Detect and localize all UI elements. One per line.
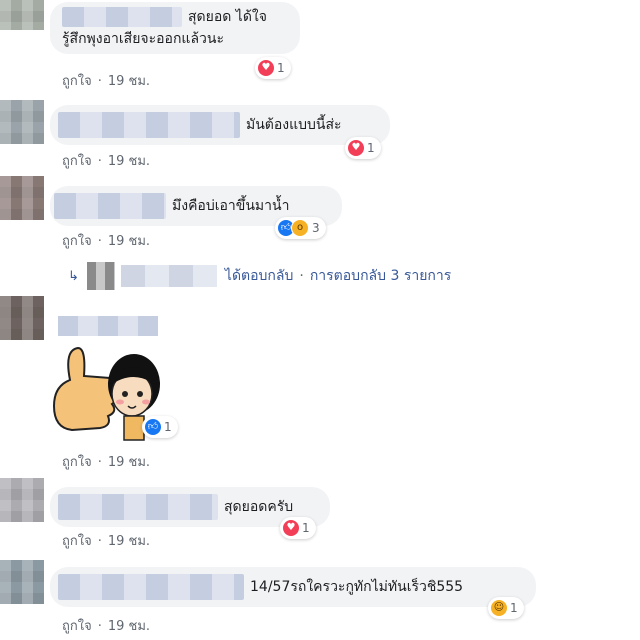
reply-count: การตอบกลับ 3 รายการ xyxy=(309,268,452,284)
reaction-summary[interactable]: ♥ 1 xyxy=(345,137,381,159)
reply-separator: · xyxy=(299,268,304,284)
comment-text: มันต้องแบบนี้ส่ะ xyxy=(246,117,342,133)
meta-dot: · xyxy=(97,455,102,470)
like-link[interactable]: ถูกใจ xyxy=(62,154,92,169)
reaction-summary[interactable]: ♥ 1 xyxy=(280,517,316,539)
reaction-summary[interactable]: ♥ 1 xyxy=(255,57,291,79)
comment-2: มันต้องแบบนี้ส่ะ ♥ 1 ถูกใจ · 19 ชม. xyxy=(0,95,640,175)
commenter-name-blurred[interactable] xyxy=(58,494,218,520)
haha-icon: ☺ xyxy=(491,600,507,616)
comment-6: 14/57รถใครวะกูทักไม่ทันเร็วชิ555 ☺ 1 ถูก… xyxy=(0,557,640,640)
reaction-count: 1 xyxy=(367,141,375,155)
comment-time[interactable]: 19 ชม. xyxy=(108,619,150,634)
replied-text: ได้ตอบกลับ xyxy=(224,268,294,284)
comment-time[interactable]: 19 ชม. xyxy=(108,234,150,249)
meta-dot: · xyxy=(97,154,102,169)
reaction-count: 1 xyxy=(302,521,310,535)
avatar[interactable] xyxy=(0,100,44,144)
comment-text: มึงคือบ่เอาขึ้นมาน้ำ xyxy=(172,198,290,214)
like-link[interactable]: ถูกใจ xyxy=(62,619,92,634)
heart-icon: ♥ xyxy=(258,60,274,76)
commenter-name-blurred[interactable] xyxy=(62,7,182,27)
comment-bubble: สุดยอด ได้ใจ รู้สึกพุงอาเสียจะออกแล้วนะ xyxy=(50,2,300,54)
view-replies-link[interactable]: ↳ ได้ตอบกลับ · การตอบกลับ 3 รายการ xyxy=(68,262,451,290)
meta-dot: · xyxy=(97,234,102,249)
comment-3: มึงคือบ่เอาขึ้นมาน้ำ 👍︎ o 3 ถูกใจ · 19 ชม. xyxy=(0,170,640,250)
comment-1: สุดยอด ได้ใจ รู้สึกพุงอาเสียจะออกแล้วนะ … xyxy=(0,0,640,90)
comment-meta: ถูกใจ · 19 ชม. xyxy=(62,150,150,171)
commenter-name-blurred[interactable] xyxy=(54,193,166,219)
avatar[interactable] xyxy=(0,478,44,522)
reply-avatar xyxy=(86,262,115,290)
heart-icon: ♥ xyxy=(348,140,364,156)
comment-text: สุดยอด ได้ใจ xyxy=(188,9,267,25)
meta-dot: · xyxy=(97,619,102,634)
avatar[interactable] xyxy=(0,296,44,340)
like-link[interactable]: ถูกใจ xyxy=(62,455,92,470)
reaction-count: 1 xyxy=(510,601,518,615)
comment-5: สุดยอดครับ ♥ 1 ถูกใจ · 19 ชม. xyxy=(0,475,640,555)
comment-bubble: มันต้องแบบนี้ส่ะ xyxy=(50,105,390,145)
commenter-name-blurred[interactable] xyxy=(58,112,240,138)
comment-time[interactable]: 19 ชม. xyxy=(108,74,150,89)
meta-dot: · xyxy=(97,534,102,549)
reaction-summary[interactable]: ☺ 1 xyxy=(488,597,524,619)
avatar[interactable] xyxy=(0,176,44,220)
like-link[interactable]: ถูกใจ xyxy=(62,534,92,549)
comment-meta: ถูกใจ · 19 ชม. xyxy=(62,530,150,551)
reaction-count: 1 xyxy=(277,61,285,75)
reaction-summary[interactable]: 👍︎ o 3 xyxy=(275,217,326,239)
meta-dot: · xyxy=(97,74,102,89)
like-icon: 👍︎ xyxy=(145,419,161,435)
reply-arrow-icon: ↳ xyxy=(68,268,79,284)
reaction-count: 3 xyxy=(312,221,320,235)
reaction-count: 1 xyxy=(164,420,172,434)
reaction-summary[interactable]: 👍︎ 1 xyxy=(142,416,178,438)
reply-name-blurred xyxy=(120,265,217,287)
wow-icon: o xyxy=(291,219,309,237)
avatar[interactable] xyxy=(0,560,44,604)
comment-time[interactable]: 19 ชม. xyxy=(108,154,150,169)
commenter-name-blurred[interactable] xyxy=(58,574,244,600)
like-link[interactable]: ถูกใจ xyxy=(62,74,92,89)
comment-meta: ถูกใจ · 19 ชม. xyxy=(62,451,150,472)
comment-text-line2: รู้สึกพุงอาเสียจะออกแล้วนะ xyxy=(62,31,224,47)
heart-icon: ♥ xyxy=(283,520,299,536)
comment-meta: ถูกใจ · 19 ชม. xyxy=(62,230,150,251)
comment-text: สุดยอดครับ xyxy=(224,499,294,515)
comment-time[interactable]: 19 ชม. xyxy=(108,455,150,470)
avatar[interactable] xyxy=(0,0,44,30)
comment-time[interactable]: 19 ชม. xyxy=(108,534,150,549)
comment-bubble: 14/57รถใครวะกูทักไม่ทันเร็วชิ555 xyxy=(50,567,536,607)
comment-meta: ถูกใจ · 19 ชม. xyxy=(62,70,150,91)
comment-meta: ถูกใจ · 19 ชม. xyxy=(62,615,150,636)
commenter-name-blurred[interactable] xyxy=(58,316,158,336)
comment-text: 14/57รถใครวะกูทักไม่ทันเร็วชิ555 xyxy=(250,579,464,595)
like-link[interactable]: ถูกใจ xyxy=(62,234,92,249)
